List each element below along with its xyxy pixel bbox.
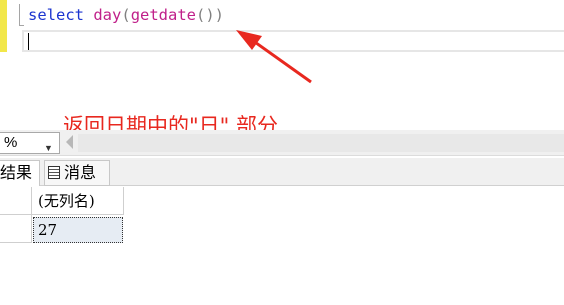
- tab-messages[interactable]: 消息: [44, 160, 110, 186]
- result-tabs: 结果 消息: [0, 158, 564, 186]
- row-header[interactable]: [0, 215, 32, 243]
- column-header[interactable]: (无列名): [32, 187, 124, 215]
- text-caret: [28, 33, 29, 50]
- tab-messages-label: 消息: [64, 163, 97, 182]
- grid-cell-value[interactable]: 27: [33, 217, 123, 243]
- code-fold-guide: [19, 4, 24, 26]
- horizontal-scrollbar[interactable]: [78, 134, 564, 152]
- grid-corner[interactable]: [0, 187, 32, 215]
- query-editor[interactable]: select day(getdate()): [0, 0, 564, 56]
- current-line-highlight: [22, 30, 564, 52]
- message-icon: [48, 166, 60, 179]
- sql-function-day: day: [93, 6, 122, 24]
- modified-line-marker: [0, 0, 7, 52]
- tab-results-label: 结果: [0, 163, 33, 182]
- sql-keyword-select: select: [28, 6, 84, 24]
- scroll-left-icon[interactable]: [66, 135, 73, 149]
- close-parens: ()): [196, 6, 225, 24]
- chevron-down-icon[interactable]: ▼: [44, 138, 53, 158]
- tab-results[interactable]: 结果: [0, 160, 40, 186]
- zoom-value: %: [4, 134, 18, 151]
- open-paren: (: [121, 6, 131, 24]
- zoom-select[interactable]: % ▼: [0, 132, 60, 154]
- zoom-toolbar: % ▼: [0, 130, 564, 156]
- sql-code-line[interactable]: select day(getdate()): [28, 4, 224, 26]
- sql-function-getdate: getdate: [130, 6, 197, 24]
